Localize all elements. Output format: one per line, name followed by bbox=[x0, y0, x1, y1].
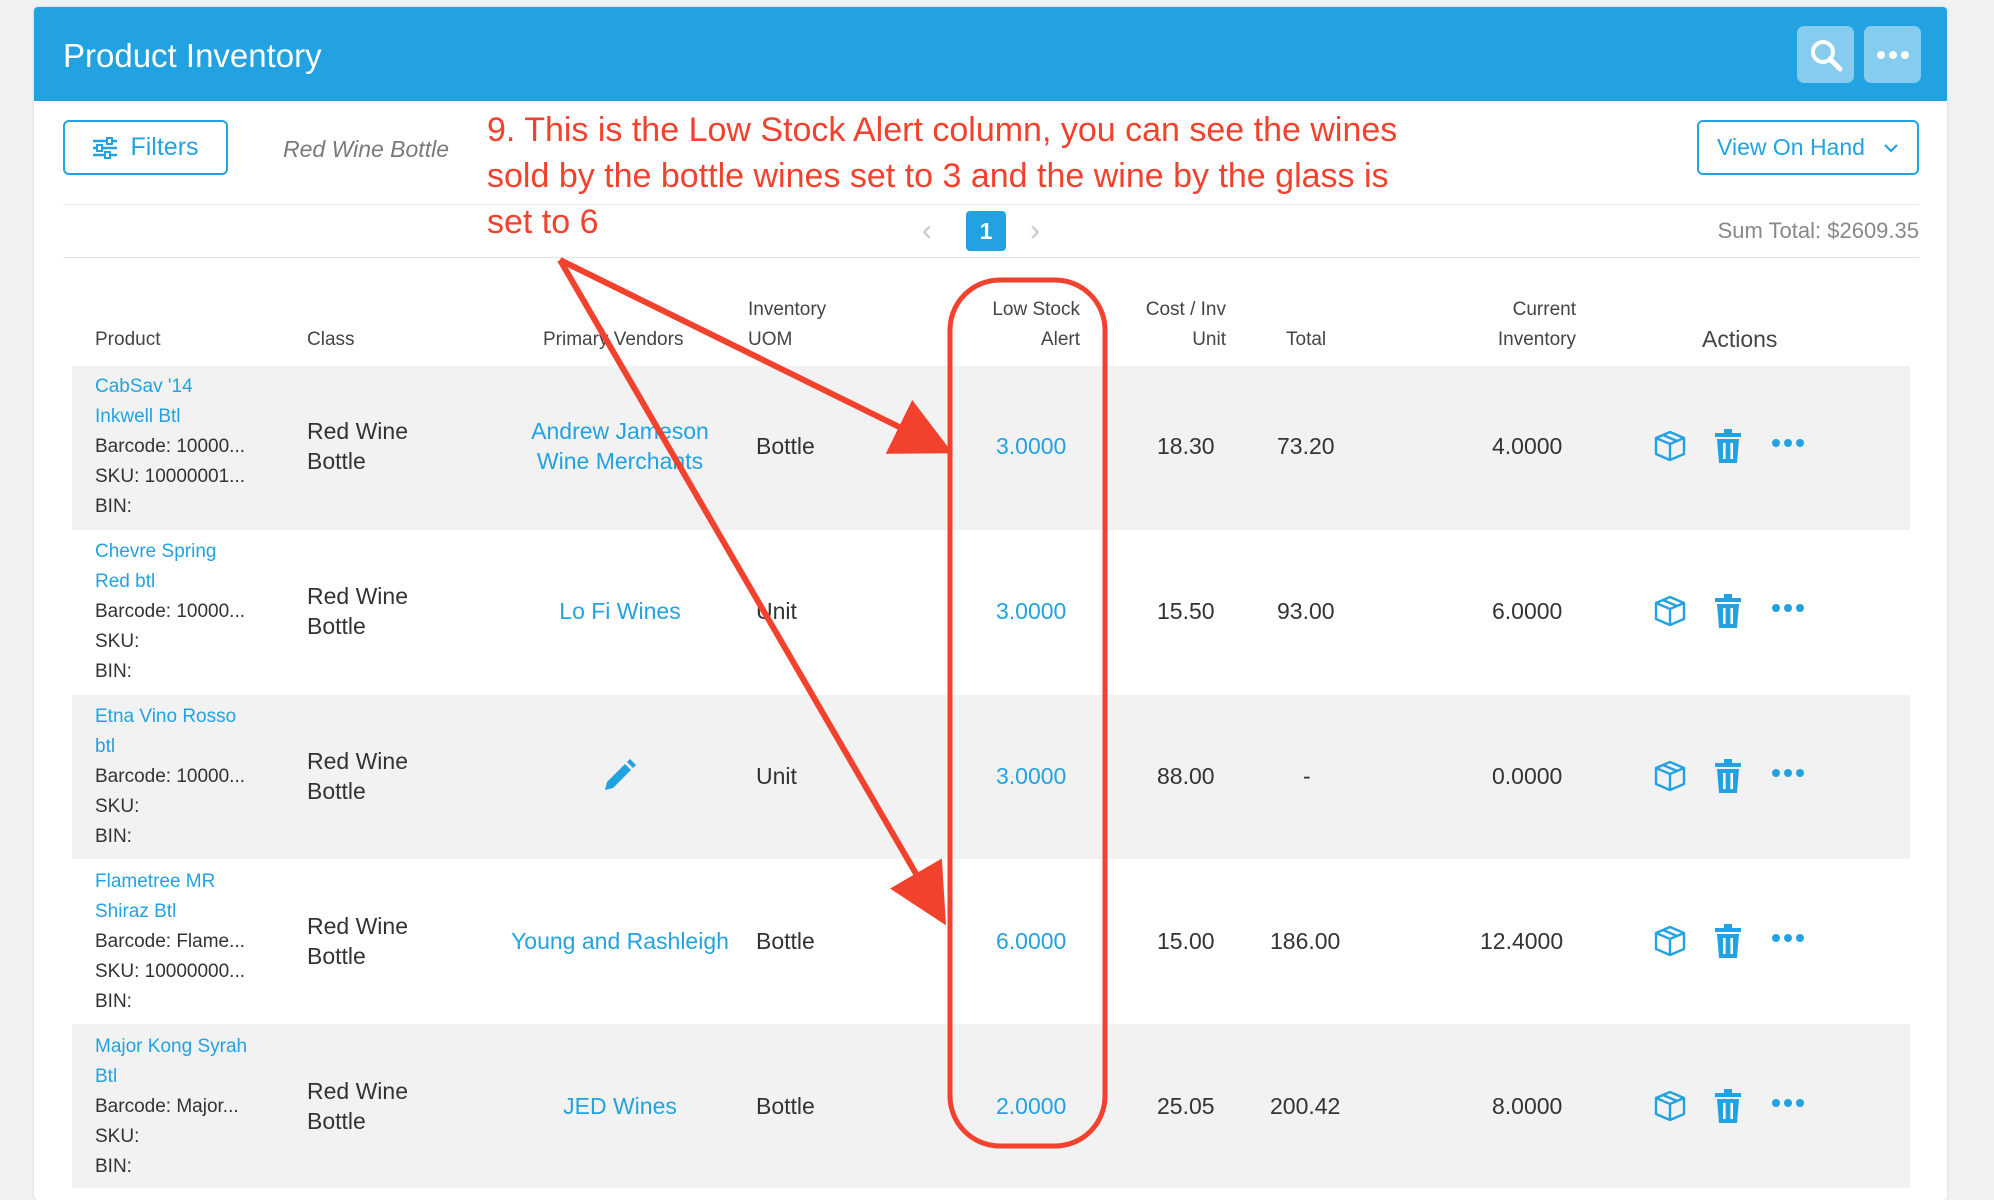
annotation-arrow bbox=[557, 258, 947, 926]
annotation-overlay bbox=[557, 257, 1108, 1149]
annotation-highlight-box bbox=[947, 277, 1108, 1149]
